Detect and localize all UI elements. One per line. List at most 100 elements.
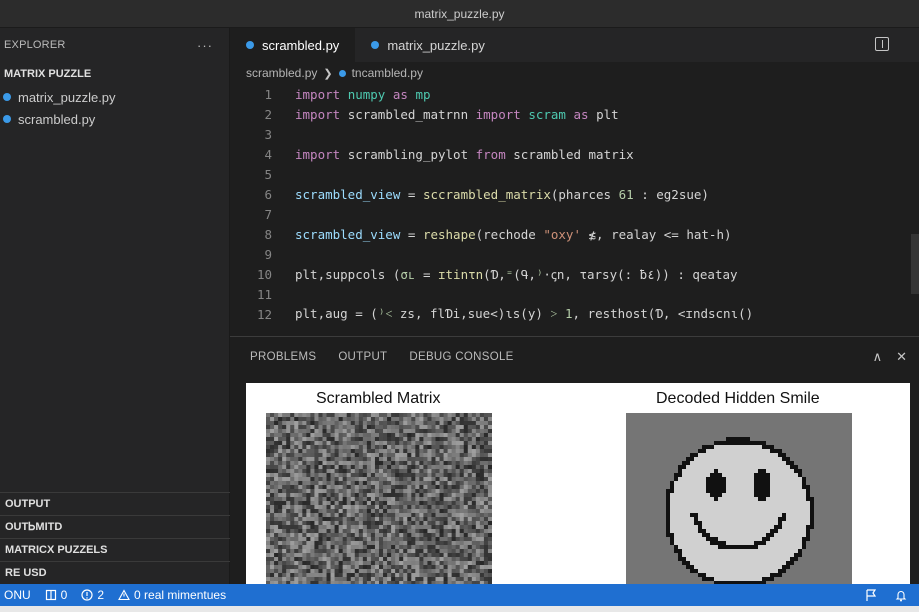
line-number: 11 bbox=[256, 286, 272, 302]
code-token: reshape bbox=[422, 226, 476, 242]
line-number: 3 bbox=[264, 126, 272, 142]
code-token: ≴, realay <= hat-h) bbox=[581, 226, 732, 242]
workspace-section[interactable]: MATRIX PUZZLE bbox=[0, 62, 229, 86]
code-line: 2 import scrambled_matrnn import scram as… bbox=[230, 104, 919, 124]
code-line: 11 bbox=[230, 284, 919, 304]
line-number: 7 bbox=[264, 206, 272, 222]
editor-tab[interactable]: matrix_puzzle.py bbox=[355, 28, 501, 62]
sidebar-section-header[interactable]: OUTPUT bbox=[0, 492, 230, 515]
panel-tab[interactable]: OUTPUT bbox=[338, 351, 387, 363]
file-item[interactable]: matrix_puzzle.py bbox=[0, 86, 229, 108]
line-number: 8 bbox=[264, 226, 272, 242]
info-circle-icon bbox=[81, 589, 93, 601]
panel-tabs: PROBLEMS OUTPUT DEBUG CONSOLE bbox=[230, 337, 919, 377]
line-number: 10 bbox=[256, 266, 272, 282]
code-token: scrambled_view bbox=[295, 226, 401, 242]
code-token: "oxy' bbox=[543, 226, 581, 242]
line-number: 5 bbox=[264, 166, 272, 182]
breadcrumb: scrambled.py ❯ tncambled.py bbox=[230, 62, 919, 84]
code-line: 7 bbox=[230, 204, 919, 224]
warning-text: 0 real mimentues bbox=[134, 588, 227, 602]
explorer-sidebar: EXPLORER ··· MATRIX PUZZLE matrix_puzzle… bbox=[0, 28, 230, 584]
breadcrumb-folder[interactable]: scrambled.py bbox=[246, 66, 317, 80]
code-text: import scrambled_matrnn import scram as … bbox=[272, 107, 619, 122]
breadcrumb-file[interactable]: tncambled.py bbox=[352, 66, 423, 80]
code-text: import scrambling_pylot from scrambled m… bbox=[272, 147, 634, 162]
code-token: scrambled_view bbox=[295, 186, 401, 202]
ports-icon bbox=[45, 589, 56, 601]
line-number: 12 bbox=[256, 306, 272, 322]
code-line: 3 bbox=[230, 124, 919, 144]
code-token: numpy bbox=[347, 86, 386, 102]
status-bar: ONU 0 2 0 real mimentues bbox=[0, 584, 919, 606]
code-token: plt,suppcols ( bbox=[295, 266, 401, 282]
branch-indicator[interactable]: ONU bbox=[4, 588, 31, 602]
sidebar-section-header[interactable]: OUTᏏMITD bbox=[0, 515, 230, 538]
code-text: scrambled_view = reshape(rechode "oxy' ≴… bbox=[272, 227, 732, 242]
warning-indicator[interactable]: 0 real mimentues bbox=[118, 588, 226, 602]
decoded-smile-image bbox=[626, 413, 852, 585]
sidebar-section-header[interactable]: RE USD bbox=[0, 561, 230, 584]
line-number: 9 bbox=[264, 246, 272, 262]
split-editor-icon[interactable] bbox=[875, 37, 889, 51]
maximize-panel-icon[interactable]: ∧ bbox=[873, 349, 883, 365]
code-line: 12 plt,aug = (⁾˂ zs, flƊi,sue<)ɩs(y) ˃ 1,… bbox=[230, 304, 919, 324]
problems-indicator[interactable]: 2 bbox=[81, 588, 104, 602]
window-title: matrix_puzzle.py bbox=[414, 6, 505, 21]
code-token: , resthost(Ɗ, <ɪndscnɩ() bbox=[572, 306, 754, 321]
panel-tab[interactable]: PROBLEMS bbox=[250, 351, 316, 363]
editor-scrollbar[interactable] bbox=[911, 84, 919, 334]
more-actions-icon[interactable]: ··· bbox=[197, 38, 213, 53]
explorer-title: EXPLORER bbox=[4, 39, 66, 51]
decoded-smile-title: Decoded Hidden Smile bbox=[656, 390, 820, 407]
code-token: import bbox=[295, 146, 348, 162]
code-token: scram bbox=[528, 106, 566, 122]
code-text: import numpy as mp bbox=[272, 87, 431, 102]
scrambled-matrix-title: Scrambled Matrix bbox=[316, 390, 441, 407]
editor-area: scrambled.py matrix_puzzle.py scrambled.p… bbox=[230, 28, 919, 336]
code-token: (Ɗ, bbox=[483, 266, 506, 282]
code-token: scrambling_pylot bbox=[347, 146, 476, 162]
python-file-icon bbox=[0, 115, 18, 123]
bell-icon[interactable] bbox=[895, 589, 907, 602]
code-line: 8 scrambled_view = reshape(rechode "oxy' … bbox=[230, 224, 919, 244]
file-item[interactable]: scrambled.py bbox=[0, 108, 229, 130]
status-bar-right bbox=[865, 584, 907, 606]
code-line: 9 bbox=[230, 244, 919, 264]
code-token: scrambled_matrnn bbox=[347, 106, 476, 122]
code-token: import bbox=[295, 86, 348, 102]
code-token: (rechode bbox=[475, 226, 544, 242]
code-token: from bbox=[475, 146, 514, 162]
code-token: σւ bbox=[400, 266, 416, 282]
bottom-panel: PROBLEMS OUTPUT DEBUG CONSOLE ∧ ✕ Scramble… bbox=[230, 336, 919, 585]
code-token: 61 bbox=[618, 186, 634, 202]
code-line: 1 import numpy as mp bbox=[230, 84, 919, 104]
code-token: : eg2sue) bbox=[633, 186, 709, 202]
line-number: 2 bbox=[264, 106, 272, 122]
code-token: zs, flƊi,sue<)ɩs(y) bbox=[392, 306, 543, 321]
code-line: 5 bbox=[230, 164, 919, 184]
feedback-icon[interactable] bbox=[865, 588, 877, 602]
code-token: import bbox=[295, 106, 348, 122]
close-panel-icon[interactable]: ✕ bbox=[896, 349, 907, 365]
code-token: mp bbox=[415, 86, 431, 102]
code-token: ˃ 1 bbox=[542, 306, 573, 321]
python-dot bbox=[3, 93, 11, 101]
python-file-icon bbox=[0, 93, 18, 101]
branch-label: ONU bbox=[4, 588, 31, 602]
workspace-section-label: MATRIX PUZZLE bbox=[4, 68, 92, 80]
window-bottom-edge bbox=[0, 606, 919, 612]
plot-figure: Scrambled Matrix Decoded Hidden Smile bbox=[246, 383, 910, 585]
panel-tab[interactable]: DEBUG CONSOLE bbox=[409, 351, 513, 363]
panel-actions: ∧ ✕ bbox=[873, 349, 907, 365]
editor-tabs: scrambled.py matrix_puzzle.py bbox=[230, 28, 919, 62]
code-token: as bbox=[565, 106, 597, 122]
ports-indicator[interactable]: 0 bbox=[45, 588, 67, 602]
code-editor[interactable]: 1 import numpy as mp 2 import scrambled_mat… bbox=[230, 84, 919, 324]
code-token: ·ꞔn, τarsy(: ƀ٤)) : qeatay bbox=[543, 266, 738, 282]
editor-tab[interactable]: scrambled.py bbox=[230, 28, 356, 62]
code-token: plt bbox=[596, 106, 619, 122]
scrollbar-thumb[interactable] bbox=[911, 234, 919, 294]
file-label: scrambled.py bbox=[18, 111, 96, 127]
sidebar-section-header[interactable]: MATRICX PUZZELS bbox=[0, 538, 230, 561]
